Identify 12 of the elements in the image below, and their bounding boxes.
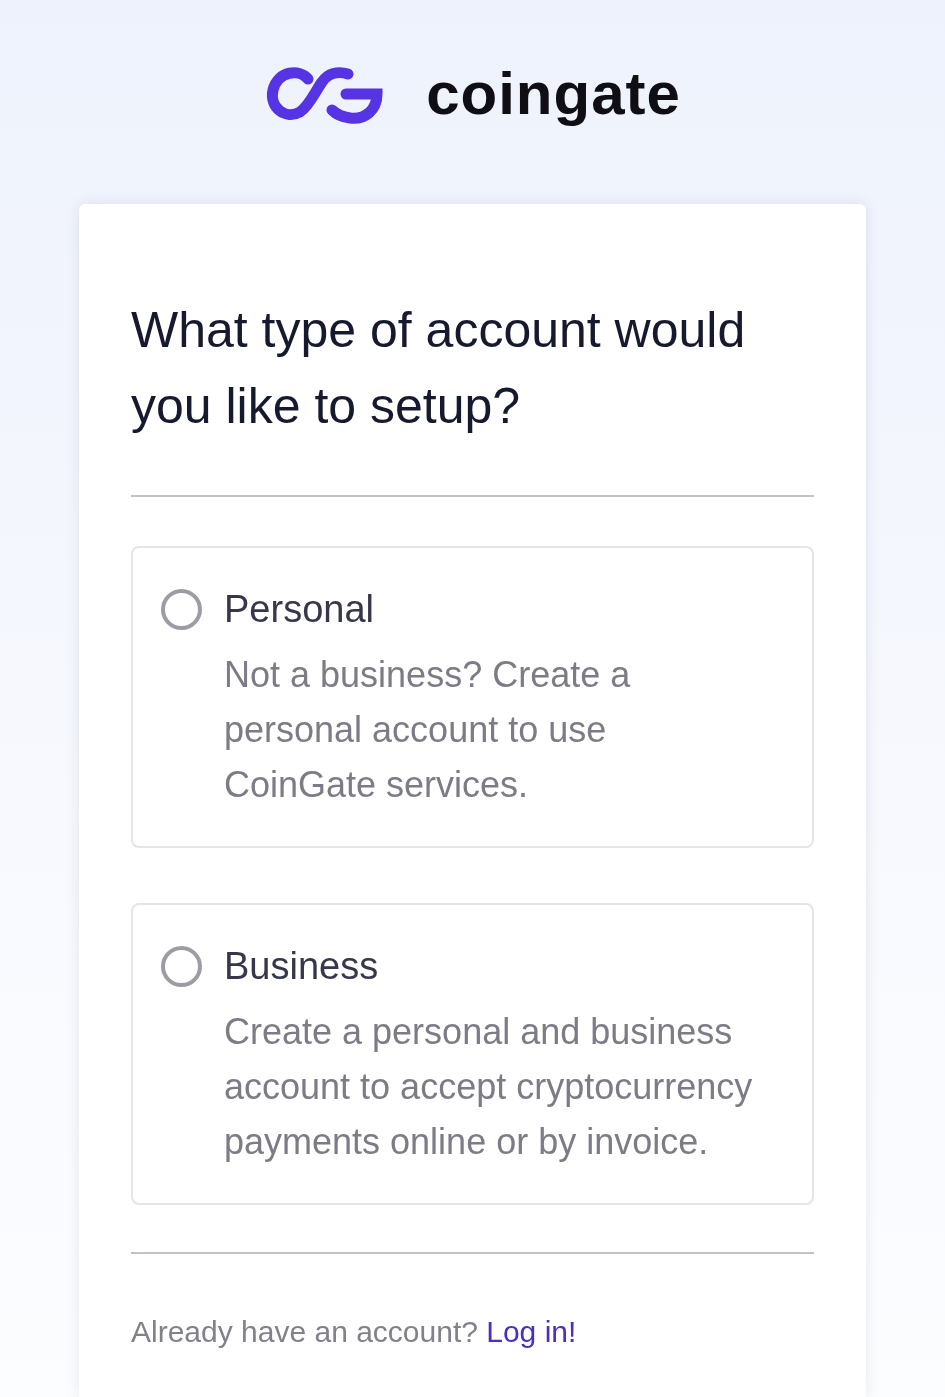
account-option-card[interactable]: Personal Not a business? Create a personal account to use CoinGate services. [131,546,814,848]
login-link[interactable]: Log in! [486,1315,577,1348]
logo-wordmark: coingate [426,59,681,129]
option-title: Business [224,944,379,989]
radio-button[interactable] [161,945,202,987]
account-option-card[interactable]: Business Create a personal and business account to accept cryptocurrency payments online or by invoice. [131,903,814,1205]
radio-button[interactable] [161,588,202,630]
option-description: Create a personal and business account to accept cryptocurrency payments online or by invoice. [224,1010,754,1164]
page-heading: What type of account would you like to setup? [131,301,747,436]
option-title: Personal [224,587,374,632]
option-description: Not a business? Create a personal account to use CoinGate services. [224,653,632,807]
login-prompt: Already have an account? Log in! [131,1314,578,1350]
